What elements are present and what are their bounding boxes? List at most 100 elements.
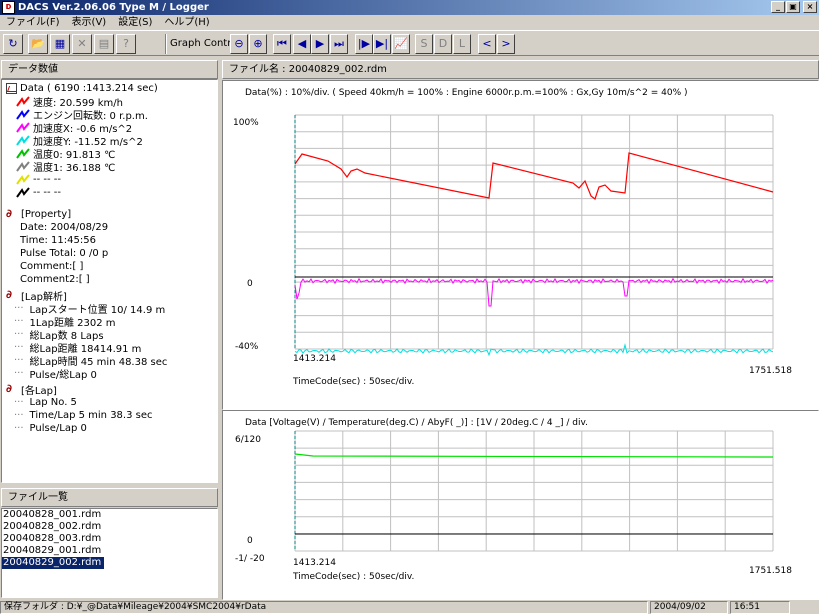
graph1-y-top: 100% <box>233 118 259 128</box>
end-cursor-icon[interactable]: ▶| <box>373 34 391 54</box>
tree-row[interactable]: 温度0: 91.813 ℃ <box>16 147 115 161</box>
tree-connector: ··· <box>14 328 24 340</box>
graph2-svg[interactable]: Data [Voltage(V) / Temperature(deg.C) / … <box>223 411 818 599</box>
file-item-4[interactable]: 20040829_002.rdm <box>2 557 105 569</box>
start-cursor-icon[interactable]: |▶ <box>355 34 373 54</box>
property-item-2: Pulse Total: 0 /0 p <box>20 247 109 259</box>
channel-pen-icon <box>16 95 30 107</box>
graph1-x-start: 1413.214 <box>293 354 336 364</box>
tree-row[interactable]: Comment2:[ ] <box>20 273 90 285</box>
tree-row[interactable]: ··· 総Lap数 8 Laps <box>14 328 104 342</box>
tree-row[interactable]: ∂ [各Lap] <box>6 383 57 397</box>
each_lap-item-1: Time/Lap 5 min 38.3 sec <box>29 409 153 421</box>
l-button[interactable]: L <box>453 34 471 54</box>
tree-row[interactable]: -- -- -- <box>16 186 61 198</box>
graph1-panel[interactable]: Data(%) : 10%/div. ( Speed 40km/h = 100%… <box>222 80 819 410</box>
channel-pen-icon <box>16 121 30 133</box>
prev-icon[interactable]: ◀ <box>293 34 311 54</box>
file-list[interactable]: 20040828_001.rdm 20040828_002.rdm 20040828… <box>1 508 218 598</box>
tree-row[interactable]: ∂ [Property] <box>6 208 71 220</box>
date-status: 2004/09/02 <box>650 601 728 614</box>
menu-item-3[interactable]: ヘルプ(H) <box>158 15 215 30</box>
toolbar: Graph Control ↻ 📂 ▦ ✕ ▤? ⊖ ⊕ ⏮ ◀ ▶ ⏭ |▶ ▶| 📈 S D L < > <box>0 30 819 56</box>
tree-row[interactable]: Comment:[ ] <box>20 260 83 272</box>
first-icon[interactable]: ⏮ <box>273 34 291 54</box>
tree-connector: ··· <box>14 315 24 327</box>
data-tree[interactable]: Data ( 6190 :1413.214 sec) 速度: 20.599 km/… <box>1 79 218 483</box>
file-row[interactable]: 20040828_001.rdm <box>2 509 217 521</box>
tree-connector: ··· <box>14 354 24 366</box>
maximize-icon[interactable]: ▣ <box>786 1 800 13</box>
lap_analysis-item-5: Pulse/総Lap 0 <box>29 369 97 381</box>
tree-row[interactable]: ··· Time/Lap 5 min 38.3 sec <box>14 409 153 421</box>
copy-icon[interactable]: ▤ <box>94 34 114 54</box>
save-icon[interactable]: ▦ <box>50 34 70 54</box>
last-icon[interactable]: ⏭ <box>330 34 348 54</box>
tree-connector: ··· <box>14 396 24 408</box>
tree-row[interactable]: ··· Lapスタート位置 10/ 14.9 m <box>14 302 165 316</box>
channel-label-5: 温度1: 36.188 ℃ <box>33 162 116 174</box>
file-list-header: ファイル一覧 <box>1 488 218 507</box>
tree-row[interactable]: ∂ [Lap解析] <box>6 289 67 303</box>
open-icon[interactable]: 📂 <box>28 34 48 54</box>
tree-row[interactable]: -- -- -- <box>16 173 61 185</box>
zoom-in-icon[interactable]: ⊕ <box>249 34 267 54</box>
minimize-icon[interactable]: _ <box>771 1 785 13</box>
tree-row[interactable]: Data ( 6190 :1413.214 sec) <box>6 82 158 94</box>
graph1-xlabel: TimeCode(sec) : 50sec/div. <box>292 377 414 387</box>
tree-row[interactable]: ··· 1Lap距離 2302 m <box>14 315 116 329</box>
status-bar: 保存フォルダ : D:¥_@Data¥Mileage¥2004¥SMC2004¥… <box>0 600 819 614</box>
dacs-app-icon: ᴅ <box>2 1 15 14</box>
s-button[interactable]: S <box>415 34 433 54</box>
tree-row[interactable]: 加速度Y: -11.52 m/s^2 <box>16 134 143 148</box>
channel-pen-icon <box>16 186 30 198</box>
next-icon[interactable]: ▶ <box>311 34 329 54</box>
data-root-label: Data ( 6190 :1413.214 sec) <box>20 82 158 94</box>
tree-row[interactable]: Pulse Total: 0 /0 p <box>20 247 108 259</box>
menu-bar: ファイル(F) 表示(V) 設定(S) ヘルプ(H) <box>0 15 819 30</box>
scroll-right-icon[interactable]: > <box>497 34 515 54</box>
tree-row[interactable]: ··· 総Lap距離 18414.91 m <box>14 341 141 355</box>
graph2-panel[interactable]: Data [Voltage(V) / Temperature(deg.C) / … <box>222 410 819 600</box>
graph1-svg[interactable]: Data(%) : 10%/div. ( Speed 40km/h = 100%… <box>223 81 818 409</box>
tree-row[interactable]: Date: 2004/08/29 <box>20 221 108 233</box>
property-title: [Property] <box>21 208 72 220</box>
tree-row[interactable]: ··· Lap No. 5 <box>14 396 77 408</box>
delete-icon[interactable]: ✕ <box>72 34 92 54</box>
file-item-1[interactable]: 20040828_002.rdm <box>2 521 101 532</box>
file-row[interactable]: 20040828_002.rdm <box>2 521 217 533</box>
tree-row[interactable]: ··· Pulse/Lap 0 <box>14 422 87 434</box>
close-icon[interactable]: × <box>803 1 817 13</box>
tree-row[interactable]: ··· Pulse/総Lap 0 <box>14 367 97 381</box>
menu-item-1[interactable]: 表示(V) <box>66 15 113 30</box>
tree-row[interactable]: 加速度X: -0.6 m/s^2 <box>16 121 132 135</box>
save-folder-status: 保存フォルダ : D:¥_@Data¥Mileage¥2004¥SMC2004¥… <box>0 601 648 614</box>
file-row[interactable]: 20040828_003.rdm <box>2 533 217 545</box>
logger-icon[interactable]: ↻ <box>3 34 23 54</box>
graph-icon[interactable]: 📈 <box>392 34 410 54</box>
file-row[interactable]: 20040829_001.rdm <box>2 545 217 557</box>
property-item-0: Date: 2004/08/29 <box>20 221 109 233</box>
file-row[interactable]: 20040829_002.rdm <box>2 557 217 569</box>
graph2-x-end: 1751.518 <box>749 566 792 576</box>
tree-connector: ··· <box>14 422 24 434</box>
help-icon[interactable]: ? <box>116 34 136 54</box>
tree-connector: ··· <box>14 409 24 421</box>
tree-row[interactable]: 温度1: 36.188 ℃ <box>16 160 116 174</box>
tree-row[interactable]: 速度: 20.599 km/h <box>16 95 123 109</box>
graph1-y-mid: 0 <box>247 279 253 289</box>
file-item-3[interactable]: 20040829_001.rdm <box>2 545 101 556</box>
graph2-y-top: 6/120 <box>235 435 261 445</box>
scroll-left-icon[interactable]: < <box>478 34 496 54</box>
file-item-2[interactable]: 20040828_003.rdm <box>2 533 101 544</box>
file-item-0[interactable]: 20040828_001.rdm <box>2 509 101 520</box>
zoom-out-icon[interactable]: ⊖ <box>230 34 248 54</box>
tree-row[interactable]: Time: 11:45:56 <box>20 234 96 246</box>
menu-item-0[interactable]: ファイル(F) <box>0 15 66 30</box>
tree-row[interactable]: エンジン回転数: 0 r.p.m. <box>16 108 148 122</box>
menu-item-2[interactable]: 設定(S) <box>112 15 158 30</box>
tree-row[interactable]: ··· 総Lap時間 45 min 48.38 sec <box>14 354 167 368</box>
d-button[interactable]: D <box>434 34 452 54</box>
graph1-y-bottom: -40% <box>235 342 259 352</box>
graph2-x-start: 1413.214 <box>293 558 336 568</box>
